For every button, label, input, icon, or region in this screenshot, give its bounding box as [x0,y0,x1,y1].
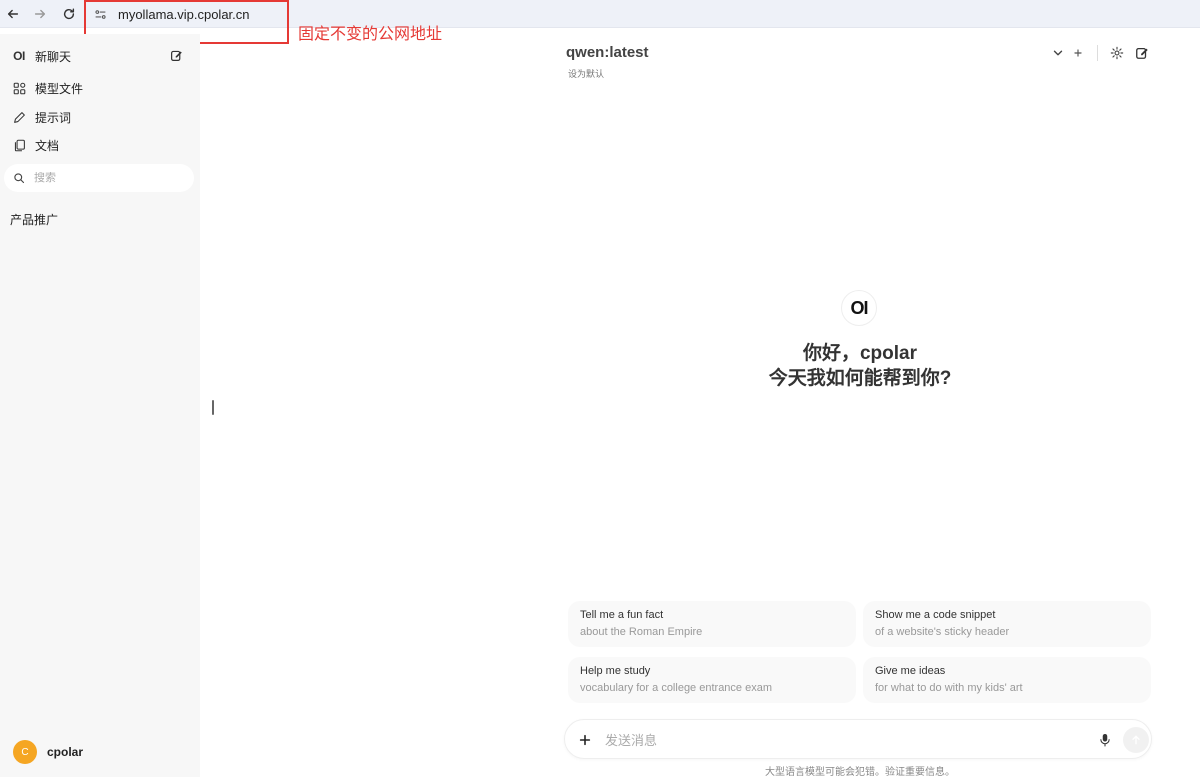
suggestion-card[interactable]: Tell me a fun fact about the Roman Empir… [568,601,856,647]
sidebar-item-label: 模型文件 [35,81,84,96]
suggestion-subtitle: for what to do with my kids' art [875,682,1023,694]
sidebar-item-label: 文档 [35,138,60,153]
message-input[interactable] [605,730,1075,750]
back-arrow-icon[interactable] [4,5,22,23]
suggestion-subtitle: about the Roman Empire [580,626,703,638]
suggestion-title: Give me ideas [875,665,946,677]
user-menu[interactable]: C cpolar [13,740,83,764]
forward-arrow-icon[interactable] [31,5,49,23]
new-chat-label: 新聊天 [35,49,72,64]
send-button[interactable] [1123,727,1149,753]
address-bar[interactable]: myollama.vip.cpolar.cn [92,4,250,24]
sidebar-item-label: 提示词 [35,110,72,125]
suggestion-card[interactable]: Give me ideas for what to do with my kid… [863,657,1151,703]
url-text: myollama.vip.cpolar.cn [118,6,250,22]
set-default-link[interactable]: 设为默认 [568,67,604,80]
suggestion-title: Tell me a fun fact [580,609,664,621]
search-box [4,164,194,192]
search-icon [12,171,26,185]
gear-icon[interactable] [1109,45,1125,61]
suggestion-card[interactable]: Help me study vocabulary for a college e… [568,657,856,703]
documents-icon [11,137,27,153]
suggestion-subtitle: vocabulary for a college entrance exam [580,682,772,694]
avatar: C [13,740,37,764]
suggestion-card[interactable]: Show me a code snippet of a website's st… [863,601,1151,647]
suggestion-title: Help me study [580,665,651,677]
chevron-down-icon[interactable] [1050,45,1066,61]
openwebui-logo: OI [13,49,25,63]
attach-plus-icon[interactable] [575,730,595,750]
header-divider [1097,45,1098,61]
disclaimer-text: 大型语言模型可能会犯错。验证重要信息。 [765,767,955,778]
search-input[interactable] [34,172,174,184]
browser-toolbar: myollama.vip.cpolar.cn [0,0,1200,28]
sidebar-item-documents[interactable]: 文档 [0,132,200,158]
annotation-label: 固定不变的公网地址 [298,26,443,43]
add-model-icon[interactable] [1070,45,1086,61]
reload-icon[interactable] [60,5,78,23]
new-chat-icon[interactable] [1134,45,1150,61]
greeting-line-2: 今天我如何能帮到你? [768,368,952,389]
model-selector[interactable]: qwen:latest [566,44,649,61]
suggestion-title: Show me a code snippet [875,609,996,621]
site-settings-icon[interactable] [92,6,108,22]
microphone-icon[interactable] [1097,731,1113,749]
model-files-icon [11,80,27,96]
message-composer [564,719,1152,759]
sidebar-item-prompts[interactable]: 提示词 [0,104,200,130]
user-name: cpolar [47,745,84,759]
sidebar: OI 新聊天 模型文件 提示词 文档 产品推广 C cpolar [0,34,200,777]
sidebar-resize-handle[interactable] [212,400,214,415]
suggestion-subtitle: of a website's sticky header [875,626,1010,638]
openwebui-logo-large: OI [841,290,877,326]
compose-icon[interactable] [170,49,184,63]
pencil-icon [11,109,27,125]
arrow-up-icon [1132,735,1140,745]
sidebar-item-model-files[interactable]: 模型文件 [0,75,200,101]
sidebar-section-product-promotion[interactable]: 产品推广 [10,211,58,228]
greeting-line-1: 你好，cpolar [802,343,918,364]
